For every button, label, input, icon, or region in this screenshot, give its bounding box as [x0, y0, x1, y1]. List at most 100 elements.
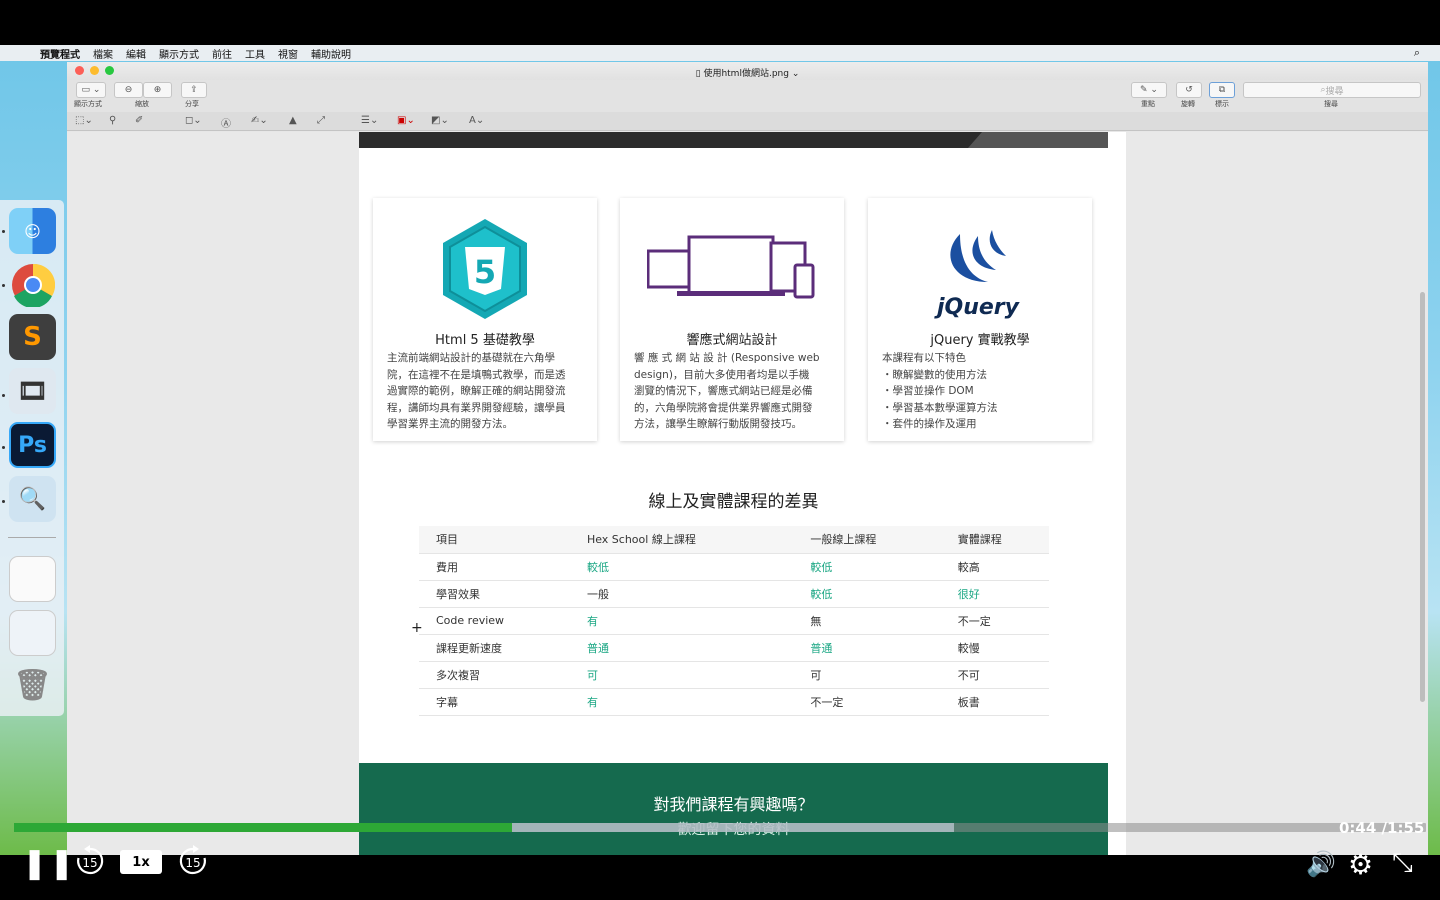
adjust-color-icon[interactable]: ▲ [289, 115, 297, 126]
cta-banner: 對我們課程有興趣嗎？ 歡迎留下您的資料 [359, 763, 1108, 855]
table-cell: 一般 [569, 579, 794, 607]
table-row: 費用 較低 較低 較高 [419, 552, 1049, 580]
dock: ☺ S 🎞 Ps 🔍 🗑 [0, 200, 64, 716]
dock-separator [8, 537, 56, 538]
skip-forward-label: 15 [185, 856, 200, 870]
rotate-button[interactable]: ↺ [1176, 82, 1202, 98]
table-row: 課程更新速度 普通 普通 較慢 [419, 633, 1049, 661]
fill-color-icon[interactable]: ◩⌄ [431, 115, 449, 126]
card-title: Html 5 基礎教學 [435, 333, 535, 348]
jquery-logo-text: jQuery [934, 295, 1021, 320]
skip-back-label: 15 [82, 856, 97, 870]
video-letterbox-top [0, 0, 1440, 45]
html5-digit: 5 [474, 253, 496, 291]
view-mode-label: 顯示方式 [74, 100, 102, 108]
exit-fullscreen-icon[interactable]: ⤡ [1392, 848, 1413, 879]
zoom-in-button[interactable]: ⊕ [143, 82, 172, 98]
menu-bar: 預覽程式 檔案 編輯 顯示方式 前往 工具 視窗 輔助說明 ⌕ [0, 45, 1440, 61]
instant-alpha-icon[interactable]: ⚲ [109, 115, 116, 126]
menu-window[interactable]: 視窗 [278, 46, 298, 61]
zoom-out-button[interactable]: ⊖ [114, 82, 143, 98]
menu-go[interactable]: 前往 [212, 46, 232, 61]
table-cell: 有 [569, 687, 794, 716]
highlight-button[interactable]: ✎ ⌄ [1131, 82, 1167, 98]
table-cell: 較低 [569, 552, 794, 580]
sublime-text-icon[interactable]: S [9, 314, 56, 360]
table-cell: 較高 [940, 552, 1049, 580]
course-card-responsive: 響應式網站設計 響 應 式 網 站 設 計 (Responsive web de… [620, 198, 844, 441]
main-toolbar: ▭ ⌄ 顯示方式 ⊖ ⊕ 縮放 ⇪ 分享 ✎ ⌄ 重點 ↺ 旋轉 ⧉ 標示 ⌕ … [67, 80, 1428, 112]
card-title: 響應式網站設計 [686, 333, 778, 348]
rewind-icon: 15 [77, 845, 104, 875]
table-cell: Code review [419, 606, 570, 634]
document-thumbnail-icon[interactable] [9, 556, 56, 602]
table-cell: 普通 [569, 633, 794, 661]
preview-icon[interactable]: 🔍 [9, 476, 56, 522]
skip-forward-button[interactable]: 15 [177, 845, 209, 881]
menu-help[interactable]: 輔助說明 [311, 46, 351, 61]
table-cell: 多次複習 [419, 660, 570, 688]
shapes-icon[interactable]: ◻⌄ [185, 115, 202, 126]
share-button[interactable]: ⇪ [181, 82, 207, 98]
menu-view[interactable]: 顯示方式 [159, 46, 199, 61]
rect-select-icon[interactable]: ⬚⌄ [75, 115, 93, 126]
window-thumbnail-icon[interactable] [9, 610, 56, 656]
playback-speed-button[interactable]: 1x [120, 850, 162, 874]
adjust-size-icon[interactable]: ⤢ [317, 115, 325, 126]
finder-icon[interactable]: ☺ [9, 208, 56, 254]
chrome-icon[interactable] [9, 262, 56, 308]
menu-tools[interactable]: 工具 [245, 46, 265, 61]
table-cell: 不可 [940, 660, 1049, 688]
trash-icon[interactable]: 🗑 [9, 662, 56, 708]
total-time: /1:55 [1381, 819, 1425, 837]
table-header-row: 項目 Hex School 線上課程 一般線上課程 實體課程 [419, 526, 1049, 553]
pause-icon[interactable]: ❚❚ [22, 846, 76, 881]
comparison-table: 項目 Hex School 線上課程 一般線上課程 實體課程 費用 較低 較低 [419, 526, 1049, 716]
settings-gear-icon[interactable]: ⚙ [1348, 848, 1373, 881]
table-cell: 較低 [793, 579, 941, 607]
mac-desktop: 預覽程式 檔案 編輯 顯示方式 前往 工具 視窗 輔助說明 ⌕ ▯ 使用html… [0, 45, 1440, 855]
table-cell: 費用 [419, 552, 570, 580]
spotlight-search-icon[interactable]: ⌕ [1414, 46, 1420, 60]
table-cell: 可 [793, 660, 941, 688]
photoshop-icon[interactable]: Ps [9, 422, 56, 468]
text-style-icon[interactable]: A⌄ [469, 115, 484, 126]
search-label: 搜尋 [1324, 100, 1338, 108]
volume-icon[interactable]: 🔊 [1306, 850, 1336, 878]
jquery-icon: jQuery [868, 214, 1092, 326]
menu-edit[interactable]: 編輯 [126, 46, 146, 61]
skip-back-button[interactable]: 15 [74, 845, 106, 881]
card-title: jQuery 實戰教學 [930, 333, 1030, 348]
window-title: ▯ 使用html做網站.png ⌄ [695, 69, 800, 79]
forward-icon: 15 [179, 845, 206, 875]
table-row: 多次複習 可 可 不可 [419, 660, 1049, 688]
card-body: 主流前端網站設計的基礎就在六角學 院，在這裡不在是填鴨式教學，而是透 過實際的範… [387, 352, 566, 430]
sketch-icon[interactable]: ✐ [135, 115, 143, 126]
progress-played[interactable] [14, 823, 512, 832]
border-color-icon[interactable]: ▣⌄ [397, 115, 415, 126]
menu-file[interactable]: 檔案 [93, 46, 113, 61]
table-cell: 學習效果 [419, 579, 570, 607]
course-card-jquery: jQuery jQuery 實戰教學 本課程有以下特色 ・瞭解變數的使用方法 ・… [868, 198, 1092, 441]
sign-icon[interactable]: ✍⌄ [251, 115, 268, 126]
search-field[interactable]: ⌕ 搜尋 [1243, 82, 1421, 98]
shape-style-icon[interactable]: ☰⌄ [361, 115, 378, 126]
table-row: Code review 有 無 不一定 [419, 606, 1049, 634]
html5-icon: 5 [373, 214, 597, 326]
table-header: 一般線上課程 [793, 526, 941, 553]
screen: 預覽程式 檔案 編輯 顯示方式 前往 工具 視窗 輔助說明 ⌕ ▯ 使用html… [0, 0, 1440, 900]
menu-app-name[interactable]: 預覽程式 [40, 46, 80, 61]
photo-slideshow-icon[interactable]: 🎞 [9, 368, 56, 414]
card-body: 響 應 式 網 站 設 計 (Responsive web design)，目前… [634, 352, 820, 430]
view-mode-button[interactable]: ▭ ⌄ [76, 82, 106, 98]
table-cell: 可 [569, 660, 794, 688]
table-cell: 板書 [940, 687, 1049, 716]
title-bar: ▯ 使用html做網站.png ⌄ [67, 62, 1428, 82]
share-label: 分享 [185, 100, 199, 108]
document-viewer[interactable]: 5 Html 5 基礎教學 主流前端網站設計的基礎就在六角學 院，在這裡不在是填… [67, 132, 1428, 855]
markup-button[interactable]: ⧉ [1209, 82, 1235, 98]
vertical-scrollbar[interactable] [1420, 292, 1425, 702]
text-icon[interactable]: Ⓐ [221, 115, 231, 130]
table-cell: 很好 [940, 579, 1049, 607]
highlight-label: 重點 [1141, 100, 1155, 108]
